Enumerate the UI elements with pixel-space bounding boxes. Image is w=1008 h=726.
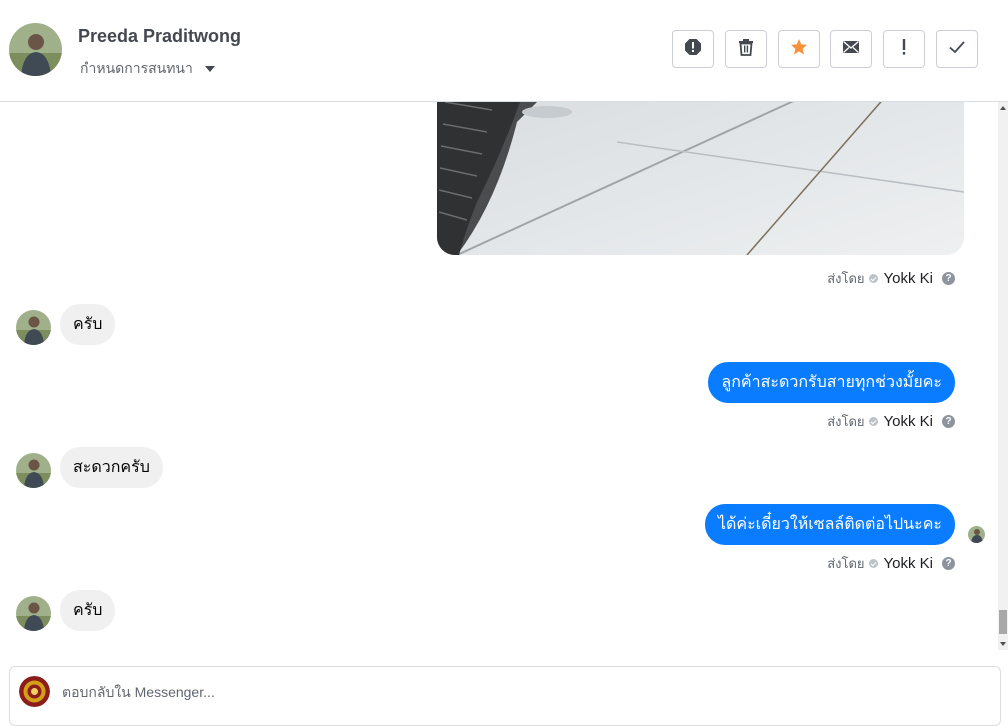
help-icon[interactable]: ?: [942, 272, 955, 285]
message-bubble-outgoing[interactable]: ลูกค้าสะดวกรับสายทุกช่วงมั้ยคะ: [708, 362, 955, 403]
sent-by-info: ส่งโดย Yokk Ki ?: [827, 553, 955, 574]
scrollbar[interactable]: [998, 102, 1008, 650]
follow-up-button[interactable]: [883, 30, 925, 68]
star-button[interactable]: [778, 30, 820, 68]
sent-by-label: ส่งโดย: [827, 414, 865, 429]
agent-name[interactable]: Yokk Ki: [884, 413, 933, 430]
customer-avatar: [16, 596, 51, 631]
sent-by-label: ส่งโดย: [827, 271, 865, 286]
caret-down-icon: [204, 66, 215, 72]
message-thread[interactable]: ส่งโดย Yokk Ki ? ครับ ลูกค้าสะดวกรับสายท…: [0, 102, 998, 650]
sent-by-info: ส่งโดย Yokk Ki ?: [827, 411, 955, 432]
message-bubble-incoming[interactable]: ครับ: [60, 304, 116, 345]
mark-unread-button[interactable]: [830, 30, 872, 68]
customer-avatar: [16, 310, 51, 345]
message-bubble-incoming[interactable]: สะดวกครับ: [60, 447, 163, 488]
conversation-header: Preeda Praditwong กำหนดการสนทนา: [0, 0, 1008, 102]
sent-by-info: ส่งโดย Yokk Ki ?: [827, 268, 955, 289]
assign-label: กำหนดการสนทนา: [80, 60, 193, 76]
star-icon: [790, 38, 808, 61]
verified-check-icon: [868, 417, 878, 426]
checkmark-icon: [948, 40, 966, 59]
agent-name[interactable]: Yokk Ki: [884, 270, 933, 287]
scroll-down-arrow-icon[interactable]: [1000, 642, 1006, 646]
verified-check-icon: [868, 559, 878, 568]
trash-icon: [738, 38, 754, 61]
agent-name[interactable]: Yokk Ki: [884, 555, 933, 572]
verified-check-icon: [868, 274, 878, 283]
message-bubble-outgoing[interactable]: ได้ค่ะเดี๋ยวให้เซลล์ติดต่อไปนะคะ: [704, 504, 955, 545]
scroll-up-arrow-icon[interactable]: [1000, 106, 1006, 110]
delete-button[interactable]: [725, 30, 767, 68]
sent-by-label: ส่งโดย: [827, 556, 865, 571]
spam-button[interactable]: [672, 30, 714, 68]
envelope-icon: [842, 40, 860, 59]
contact-name[interactable]: Preeda Praditwong: [78, 26, 241, 47]
contact-avatar[interactable]: [9, 23, 62, 76]
customer-avatar: [16, 453, 51, 488]
shared-photo[interactable]: [437, 102, 964, 255]
reply-input[interactable]: [62, 681, 762, 703]
seen-indicator-avatar: [968, 526, 985, 543]
mark-done-button[interactable]: [936, 30, 978, 68]
exclamation-icon: [901, 38, 907, 61]
help-icon[interactable]: ?: [942, 557, 955, 570]
reply-composer: [9, 666, 1001, 726]
stop-alert-icon: [684, 38, 702, 61]
message-bubble-incoming[interactable]: ครับ: [60, 590, 116, 631]
scrollbar-thumb[interactable]: [999, 610, 1007, 634]
help-icon[interactable]: ?: [942, 415, 955, 428]
page-avatar: [19, 676, 50, 707]
assign-conversation-dropdown[interactable]: กำหนดการสนทนา: [80, 58, 215, 80]
